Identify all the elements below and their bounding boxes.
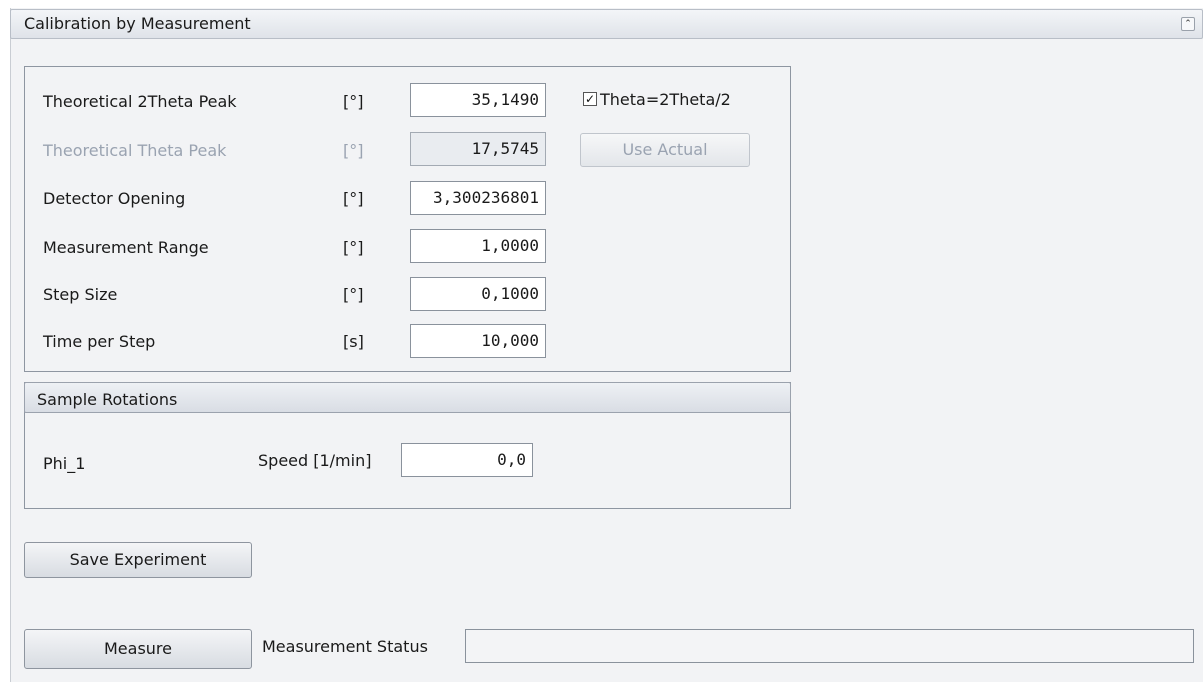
measurement-range-label: Measurement Range [43,238,209,257]
step-size-unit: [°] [343,285,364,304]
detector-opening-label: Detector Opening [43,189,186,208]
theoretical-theta-input: 17,5745 [410,132,546,166]
detector-opening-input[interactable]: 3,300236801 [410,181,546,215]
sample-rotations-title: Sample Rotations [37,390,178,409]
step-size-label: Step Size [43,285,118,304]
detector-opening-unit: [°] [343,189,364,208]
measurement-status-label: Measurement Status [262,637,428,656]
measurement-range-unit: [°] [343,238,364,257]
save-experiment-button[interactable]: Save Experiment [24,542,252,578]
speed-input[interactable]: 0,0 [401,443,533,477]
measure-button[interactable]: Measure [24,629,252,669]
phi1-label: Phi_1 [43,454,86,473]
theoretical-theta-label: Theoretical Theta Peak [43,141,227,160]
theoretical-2theta-label: Theoretical 2Theta Peak [43,92,237,111]
panel-title: Calibration by Measurement [24,14,251,33]
theta-checkbox-label[interactable]: Theta=2Theta/2 [600,90,731,109]
parameters-group [24,66,791,372]
measurement-range-input[interactable]: 1,0000 [410,229,546,263]
theoretical-theta-unit: [°] [343,141,364,160]
theoretical-2theta-input[interactable]: 35,1490 [410,83,546,117]
use-actual-button[interactable]: Use Actual [580,133,750,167]
collapse-icon[interactable]: ⌃ [1181,17,1195,31]
theta-checkbox[interactable]: ✓ [583,92,597,106]
time-per-step-unit: [s] [343,332,364,351]
speed-label: Speed [1/min] [258,451,372,470]
theoretical-2theta-unit: [°] [343,92,364,111]
time-per-step-input[interactable]: 10,000 [410,324,546,358]
measurement-status-field [465,629,1194,663]
time-per-step-label: Time per Step [43,332,156,351]
step-size-input[interactable]: 0,1000 [410,277,546,311]
